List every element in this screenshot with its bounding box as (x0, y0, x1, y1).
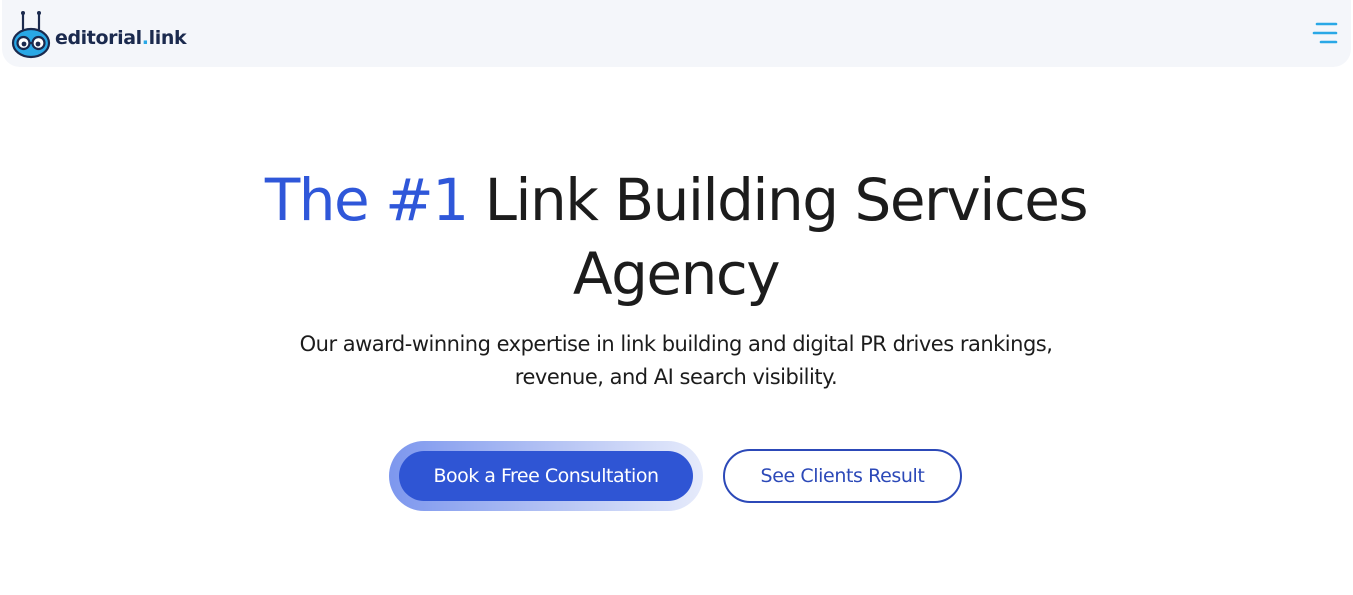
hamburger-menu-button[interactable] (1311, 21, 1339, 45)
site-logo[interactable]: editorial.link (11, 9, 187, 59)
hero-title-rest: Link Building Services Agency (467, 166, 1089, 308)
see-clients-result-button[interactable]: See Clients Result (723, 449, 962, 503)
logo-wordmark-dot: . (141, 27, 149, 49)
site-header: editorial.link (2, 0, 1351, 67)
hamburger-menu-icon (1312, 22, 1338, 44)
book-consultation-button[interactable]: Book a Free Consultation (399, 451, 693, 501)
logo-wordmark: editorial.link (55, 27, 187, 49)
hero-title-accent: The #1 (264, 166, 469, 234)
robot-mascot-icon (11, 11, 51, 59)
logo-wordmark-name: editorial (55, 27, 142, 49)
hero-title: The #1 Link Building Services Agency (176, 163, 1176, 311)
hero-subtitle: Our award-winning expertise in link buil… (299, 332, 1053, 389)
logo-wordmark-tld: link (148, 27, 187, 49)
primary-cta-glow: Book a Free Consultation (389, 441, 703, 511)
